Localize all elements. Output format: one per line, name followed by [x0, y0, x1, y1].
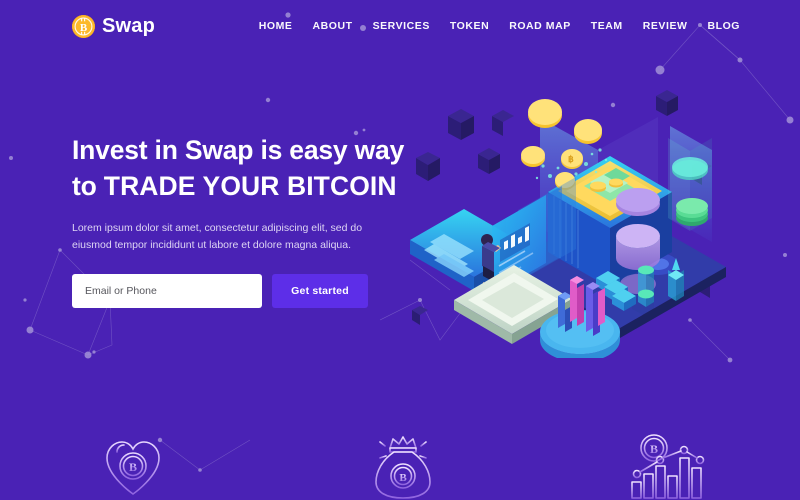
- get-started-button[interactable]: Get started: [272, 274, 368, 308]
- svg-text:B: B: [129, 460, 137, 474]
- hero-title-line-2: to TRADE YOUR BITCOIN: [72, 168, 412, 204]
- svg-text:฿: ฿: [568, 154, 574, 164]
- hero-title-line-2-prefix: to: [72, 171, 104, 201]
- nav-item-road-map[interactable]: ROAD MAP: [509, 20, 571, 32]
- email-or-phone-input[interactable]: [72, 274, 262, 308]
- bitcoin-coin-icon: B: [72, 14, 95, 38]
- nav-item-blog[interactable]: BLOG: [707, 20, 740, 32]
- hero-title: Invest in Swap is easy way to TRADE YOUR…: [72, 132, 412, 204]
- nav-item-token[interactable]: TOKEN: [450, 20, 489, 32]
- isometric-crypto-illustration: ฿: [400, 88, 730, 358]
- brand-logo[interactable]: B Swap: [72, 14, 156, 38]
- nav-item-review[interactable]: REVIEW: [643, 20, 688, 32]
- nav-item-services[interactable]: SERVICES: [373, 20, 430, 32]
- site-header: B Swap HOME ABOUT SERVICES TOKEN ROAD MA…: [0, 0, 800, 52]
- svg-text:B: B: [650, 442, 658, 456]
- hero-paragraph: Lorem ipsum dolor sit amet, consectetur …: [72, 222, 363, 251]
- svg-text:B: B: [80, 22, 88, 34]
- heart-bitcoin-icon: B: [106, 441, 161, 499]
- signup-form: Get started: [72, 274, 412, 308]
- hero-title-line-1: Invest in Swap is easy way: [72, 135, 405, 165]
- nav-item-team[interactable]: TEAM: [591, 20, 623, 32]
- feature-item-2[interactable]: B: [267, 428, 534, 500]
- feature-item-1[interactable]: B: [0, 428, 267, 500]
- hero-section: Invest in Swap is easy way to TRADE YOUR…: [72, 132, 412, 308]
- landing-page: B Swap HOME ABOUT SERVICES TOKEN ROAD MA…: [0, 0, 800, 500]
- feature-item-3[interactable]: B: [533, 428, 800, 500]
- hero-title-line-2-strong: TRADE YOUR BITCOIN: [103, 171, 397, 201]
- feature-icons-row: B B B: [0, 428, 800, 500]
- money-bag-bitcoin-icon: B: [375, 436, 431, 499]
- brand-name: Swap: [102, 14, 156, 37]
- svg-text:B: B: [399, 472, 407, 484]
- bitcoin-bar-chart-icon: B: [628, 434, 707, 499]
- nav-item-home[interactable]: HOME: [259, 20, 293, 32]
- nav-item-about[interactable]: ABOUT: [312, 20, 352, 32]
- main-navigation: HOME ABOUT SERVICES TOKEN ROAD MAP TEAM …: [259, 20, 740, 32]
